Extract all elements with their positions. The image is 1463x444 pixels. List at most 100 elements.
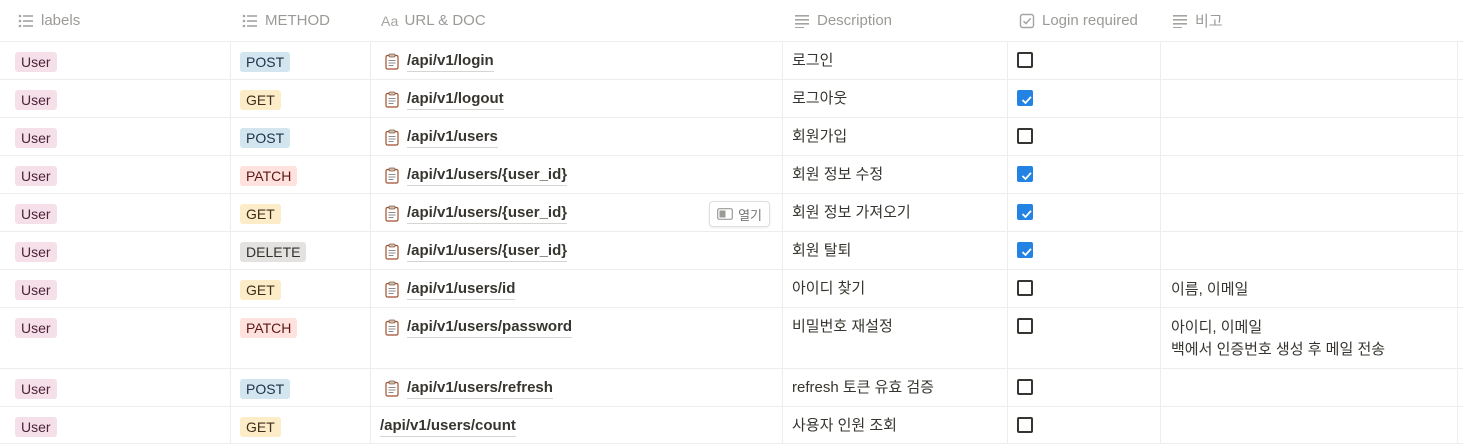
page-link[interactable]: /api/v1/users/refresh xyxy=(385,378,553,399)
description-cell[interactable]: 회원가입 xyxy=(783,118,1008,155)
url-cell[interactable]: /api/v1/users/id xyxy=(371,270,783,307)
method-cell[interactable]: PATCH xyxy=(231,156,371,193)
label-tag: User xyxy=(15,379,57,399)
url-text[interactable]: /api/v1/users/count xyxy=(380,416,516,437)
description-cell[interactable]: 회원 정보 수정 xyxy=(783,156,1008,193)
url-cell[interactable]: /api/v1/users xyxy=(371,118,783,155)
note-cell[interactable]: 이름, 이메일 xyxy=(1161,270,1458,307)
login-required-checkbox[interactable] xyxy=(1017,417,1033,433)
method-tag: POST xyxy=(240,128,291,148)
note-cell[interactable] xyxy=(1161,118,1458,155)
description-cell[interactable]: 아이디 찾기 xyxy=(783,270,1008,307)
table-row[interactable]: User PATCH /api/v1/users/password 비밀번호 재… xyxy=(0,308,1463,369)
column-header-url[interactable]: Aa URL & DOC xyxy=(371,0,783,41)
method-cell[interactable]: DELETE xyxy=(231,232,371,269)
url-cell[interactable]: /api/v1/users/{user_id} 열기 xyxy=(371,194,783,231)
open-page-button[interactable]: 열기 xyxy=(709,201,770,227)
table-row[interactable]: User POST /api/v1/login 로그인 xyxy=(0,42,1463,80)
url-cell[interactable]: /api/v1/users/count xyxy=(371,407,783,443)
login-cell[interactable] xyxy=(1008,42,1161,79)
method-cell[interactable]: POST xyxy=(231,369,371,406)
label-cell[interactable]: User xyxy=(0,194,231,231)
url-cell[interactable]: /api/v1/logout xyxy=(371,80,783,117)
page-link[interactable]: /api/v1/users/password xyxy=(385,317,573,338)
table-row[interactable]: User GET /api/v1/users/id 아이디 찾기 이름, 이메일 xyxy=(0,270,1463,308)
page-link[interactable]: /api/v1/users/{user_id} xyxy=(385,203,568,224)
login-required-checkbox[interactable] xyxy=(1017,128,1033,144)
method-cell[interactable]: POST xyxy=(231,118,371,155)
column-header-login[interactable]: Login required xyxy=(1008,0,1161,41)
login-required-checkbox[interactable] xyxy=(1017,204,1033,220)
url-cell[interactable]: /api/v1/users/password xyxy=(371,308,783,368)
login-required-checkbox[interactable] xyxy=(1017,90,1033,106)
label-cell[interactable]: User xyxy=(0,308,231,368)
label-cell[interactable]: User xyxy=(0,369,231,406)
note-cell[interactable] xyxy=(1161,156,1458,193)
login-cell[interactable] xyxy=(1008,232,1161,269)
method-cell[interactable]: GET xyxy=(231,80,371,117)
page-link[interactable]: /api/v1/users/id xyxy=(385,279,516,300)
login-cell[interactable] xyxy=(1008,308,1161,368)
page-link[interactable]: /api/v1/users/{user_id} xyxy=(385,241,568,262)
method-cell[interactable]: PATCH xyxy=(231,308,371,368)
label-cell[interactable]: User xyxy=(0,118,231,155)
note-cell[interactable] xyxy=(1161,369,1458,406)
note-cell[interactable] xyxy=(1161,42,1458,79)
login-cell[interactable] xyxy=(1008,270,1161,307)
page-link[interactable]: /api/v1/logout xyxy=(385,89,504,110)
method-cell[interactable]: GET xyxy=(231,270,371,307)
label-cell[interactable]: User xyxy=(0,232,231,269)
description-cell[interactable]: 회원 탈퇴 xyxy=(783,232,1008,269)
description-cell[interactable]: 사용자 인원 조회 xyxy=(783,407,1008,443)
login-cell[interactable] xyxy=(1008,407,1161,443)
login-required-checkbox[interactable] xyxy=(1017,242,1033,258)
description-cell[interactable]: 비밀번호 재설정 xyxy=(783,308,1008,368)
description-cell[interactable]: 로그아웃 xyxy=(783,80,1008,117)
description-cell[interactable]: 회원 정보 가져오기 xyxy=(783,194,1008,231)
label-cell[interactable]: User xyxy=(0,270,231,307)
table-row[interactable]: User POST /api/v1/users 회원가입 xyxy=(0,118,1463,156)
login-cell[interactable] xyxy=(1008,369,1161,406)
page-link[interactable]: /api/v1/login xyxy=(385,51,494,72)
login-required-checkbox[interactable] xyxy=(1017,318,1033,334)
description-cell[interactable]: refresh 토큰 유효 검증 xyxy=(783,369,1008,406)
note-cell[interactable] xyxy=(1161,407,1458,443)
login-cell[interactable] xyxy=(1008,80,1161,117)
label-cell[interactable]: User xyxy=(0,42,231,79)
note-cell[interactable]: 아이디, 이메일 백에서 인증번호 생성 후 메일 전송 xyxy=(1161,308,1458,368)
note-line: 백에서 인증번호 생성 후 메일 전송 xyxy=(1171,341,1386,358)
label-cell[interactable]: User xyxy=(0,156,231,193)
url-cell[interactable]: /api/v1/login xyxy=(371,42,783,79)
method-cell[interactable]: POST xyxy=(231,42,371,79)
page-link[interactable]: /api/v1/users xyxy=(385,127,498,148)
label-cell[interactable]: User xyxy=(0,80,231,117)
label-cell[interactable]: User xyxy=(0,407,231,443)
column-header-note[interactable]: 비고 xyxy=(1161,0,1458,41)
url-cell[interactable]: /api/v1/users/refresh xyxy=(371,369,783,406)
method-cell[interactable]: GET xyxy=(231,407,371,443)
column-header-description[interactable]: Description xyxy=(783,0,1008,41)
login-required-checkbox[interactable] xyxy=(1017,52,1033,68)
description-cell[interactable]: 로그인 xyxy=(783,42,1008,79)
table-row[interactable]: User GET /api/v1/logout 로그아웃 xyxy=(0,80,1463,118)
login-cell[interactable] xyxy=(1008,118,1161,155)
table-row[interactable]: User GET /api/v1/users/{user_id} 열기 회원 정… xyxy=(0,194,1463,232)
table-row[interactable]: User PATCH /api/v1/users/{user_id} 회원 정보… xyxy=(0,156,1463,194)
note-cell[interactable] xyxy=(1161,80,1458,117)
login-required-checkbox[interactable] xyxy=(1017,379,1033,395)
login-cell[interactable] xyxy=(1008,194,1161,231)
column-header-labels[interactable]: labels xyxy=(0,0,231,41)
login-required-checkbox[interactable] xyxy=(1017,166,1033,182)
page-link[interactable]: /api/v1/users/{user_id} xyxy=(385,165,568,186)
login-required-checkbox[interactable] xyxy=(1017,280,1033,296)
table-row[interactable]: User GET /api/v1/users/count 사용자 인원 조회 xyxy=(0,407,1463,444)
login-cell[interactable] xyxy=(1008,156,1161,193)
table-row[interactable]: User DELETE /api/v1/users/{user_id} 회원 탈… xyxy=(0,232,1463,270)
table-row[interactable]: User POST /api/v1/users/refresh refresh … xyxy=(0,369,1463,407)
url-cell[interactable]: /api/v1/users/{user_id} xyxy=(371,156,783,193)
column-header-method[interactable]: METHOD xyxy=(231,0,371,41)
note-cell[interactable] xyxy=(1161,194,1458,231)
note-cell[interactable] xyxy=(1161,232,1458,269)
method-cell[interactable]: GET xyxy=(231,194,371,231)
url-cell[interactable]: /api/v1/users/{user_id} xyxy=(371,232,783,269)
